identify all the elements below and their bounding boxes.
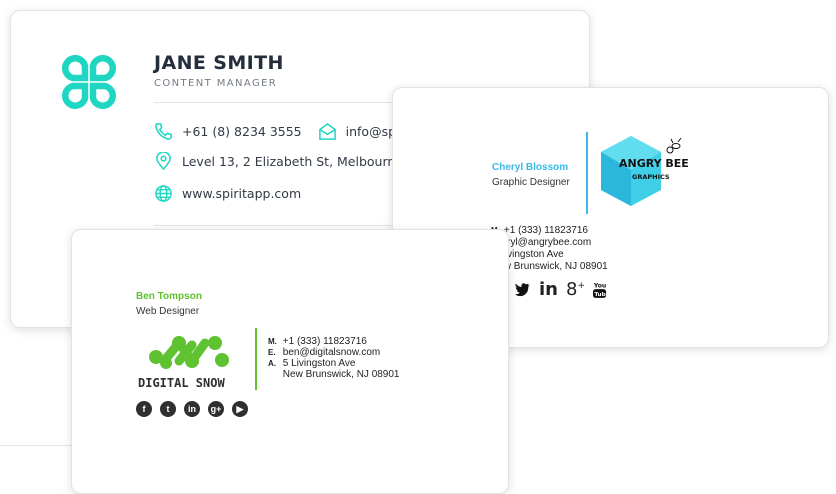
website-link[interactable]: www.spiritapp.com [182, 186, 301, 201]
facebook-icon[interactable]: f [136, 401, 152, 417]
linkedin-icon[interactable]: in [539, 279, 558, 300]
contact-title: Web Designer [136, 306, 200, 317]
logo-text: ANGRY BEE [619, 157, 689, 170]
accent-divider [586, 132, 588, 214]
accent-divider [255, 328, 257, 390]
address-label: A. [268, 359, 276, 368]
contact-row-address: Level 13, 2 Elizabeth St, Melbourne, Vic [154, 152, 430, 171]
google-plus-icon[interactable]: g+ [208, 401, 224, 417]
globe-icon [155, 185, 172, 202]
twitter-icon[interactable]: t [160, 401, 176, 417]
social-links: in 8+ You Tube [514, 279, 607, 300]
svg-text:Tube: Tube [594, 292, 607, 298]
contact-title: Graphic Designer [492, 177, 570, 188]
google-plus-icon[interactable]: 8+ [566, 279, 585, 300]
contact-name: Ben Tompson [136, 291, 202, 302]
youtube-icon[interactable]: You Tube [592, 281, 607, 299]
email-label: E. [268, 348, 276, 357]
phone-text[interactable]: +61 (8) 8234 3555 [182, 124, 302, 139]
contact-title: CONTENT MANAGER [154, 78, 278, 89]
contact-name: JANE SMITH [154, 52, 284, 74]
contact-details: M. +1 (333) 11823716 E. ben@digitalsnow.… [268, 336, 400, 380]
clover-logo-icon [62, 55, 116, 109]
mail-icon [318, 122, 336, 140]
contact-name: Cheryl Blossom [492, 162, 569, 173]
location-icon [156, 152, 171, 171]
svg-text:You: You [593, 282, 606, 289]
phone-icon [155, 123, 172, 140]
contact-row-website: www.spiritapp.com [154, 184, 301, 203]
address-line-1: 5 Livingston Ave [282, 358, 356, 369]
angry-bee-logo-icon: ANGRY BEE GRAPHICS [601, 136, 689, 206]
youtube-icon[interactable]: ▶ [232, 401, 248, 417]
signature-card-ben-tompson[interactable]: Ben Tompson Web Designer DIGITAL SNOW M.… [71, 229, 509, 494]
social-links: f t in g+ ▶ [136, 401, 256, 417]
phone-text[interactable]: +1 (333) 11823716 [504, 225, 588, 236]
logo-subtext: GRAPHICS [632, 173, 670, 181]
twitter-icon[interactable] [514, 281, 531, 298]
background-divider [0, 445, 72, 446]
digital-snow-logo-icon: DIGITAL SNOW [138, 335, 229, 390]
address-line-2: New Brunswick, NJ 08901 [282, 369, 400, 380]
logo-text: DIGITAL SNOW [138, 376, 225, 390]
linkedin-icon[interactable]: in [184, 401, 200, 417]
phone-label: M. [268, 337, 277, 346]
email-text[interactable]: ben@digitalsnow.com [283, 347, 380, 358]
phone-text[interactable]: +1 (333) 11823716 [283, 336, 367, 347]
